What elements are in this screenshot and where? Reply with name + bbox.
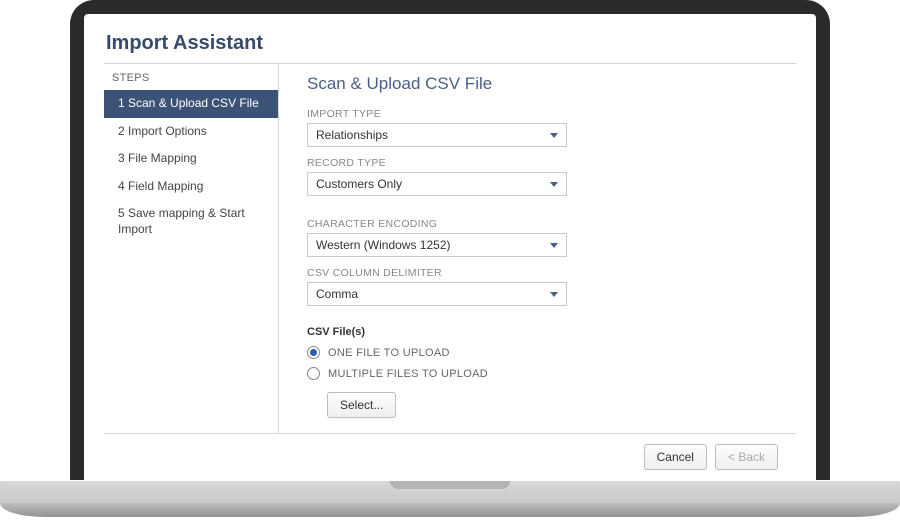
step-label: 3 File Mapping (118, 151, 197, 165)
chevron-down-icon (550, 133, 558, 138)
char-encoding-select[interactable]: Western (Windows 1252) (307, 233, 567, 257)
step-1-scan-upload[interactable]: 1 Scan & Upload CSV File (104, 90, 278, 118)
csv-files-label: CSV File(s) (307, 326, 778, 338)
back-button[interactable]: < Back (715, 444, 778, 470)
step-label: 1 Scan & Upload CSV File (118, 96, 259, 110)
import-type-label: IMPORT TYPE (307, 108, 778, 120)
step-2-import-options[interactable]: 2 Import Options (104, 118, 278, 146)
radio-multiple-files[interactable]: MULTIPLE FILES TO UPLOAD (307, 367, 778, 380)
chevron-down-icon (550, 292, 558, 297)
step-3-file-mapping[interactable]: 3 File Mapping (104, 145, 278, 173)
delimiter-select[interactable]: Comma (307, 282, 567, 306)
delimiter-label: CSV COLUMN DELIMITER (307, 267, 778, 279)
step-label: 5 Save mapping & Start Import (118, 206, 245, 236)
radio-icon (307, 346, 320, 359)
sidebar-heading: STEPS (104, 70, 278, 90)
char-encoding-label: CHARACTER ENCODING (307, 218, 778, 230)
chevron-down-icon (550, 243, 558, 248)
radio-one-label: ONE FILE TO UPLOAD (328, 347, 450, 359)
select-file-button[interactable]: Select... (327, 392, 396, 418)
cancel-button[interactable]: Cancel (644, 444, 707, 470)
main-panel: Scan & Upload CSV File IMPORT TYPE Relat… (279, 64, 796, 433)
record-type-value: Customers Only (316, 177, 402, 191)
record-type-select[interactable]: Customers Only (307, 172, 567, 196)
step-label: 2 Import Options (118, 124, 207, 138)
radio-one-file[interactable]: ONE FILE TO UPLOAD (307, 346, 778, 359)
step-4-field-mapping[interactable]: 4 Field Mapping (104, 173, 278, 201)
steps-sidebar: STEPS 1 Scan & Upload CSV File 2 Import … (104, 64, 279, 433)
step-5-save-start[interactable]: 5 Save mapping & Start Import (104, 200, 278, 243)
step-label: 4 Field Mapping (118, 179, 203, 193)
import-type-value: Relationships (316, 128, 388, 142)
chevron-down-icon (550, 182, 558, 187)
record-type-label: RECORD TYPE (307, 157, 778, 169)
radio-icon (307, 367, 320, 380)
laptop-base (0, 481, 900, 517)
delimiter-value: Comma (316, 287, 358, 301)
screen: Import Assistant STEPS 1 Scan & Upload C… (84, 14, 816, 480)
trackpad-notch (390, 481, 510, 489)
radio-multi-label: MULTIPLE FILES TO UPLOAD (328, 368, 488, 380)
page-title: Scan & Upload CSV File (307, 74, 778, 94)
import-type-select[interactable]: Relationships (307, 123, 567, 147)
page-header: Import Assistant (104, 32, 796, 55)
laptop-frame: Import Assistant STEPS 1 Scan & Upload C… (70, 0, 830, 480)
char-encoding-value: Western (Windows 1252) (316, 238, 451, 252)
footer: Cancel < Back (104, 433, 796, 480)
